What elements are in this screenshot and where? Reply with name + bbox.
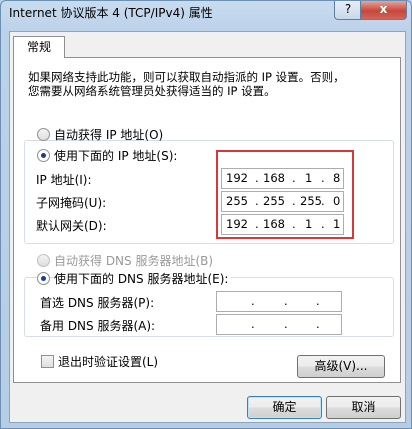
alternate-dns-input[interactable]: ... bbox=[216, 314, 342, 335]
validate-on-exit-checkbox[interactable] bbox=[41, 355, 54, 368]
dialog-body: 常规 如果网络支持此功能，则可以获取自动指派的 IP 设置。否则， 您需要从网络… bbox=[9, 31, 406, 423]
validate-on-exit-label[interactable]: 退出时验证设置(L) bbox=[58, 353, 158, 370]
auto-dns-radio[interactable] bbox=[37, 254, 50, 267]
properties-dialog: Internet 协议版本 4 (TCP/IPv4) 属性 ? x 常规 如果网… bbox=[0, 0, 412, 429]
close-button[interactable]: x bbox=[360, 1, 407, 20]
tab-general[interactable]: 常规 bbox=[13, 36, 65, 58]
cancel-button[interactable]: 取消 bbox=[326, 396, 401, 419]
manual-dns-label[interactable]: 使用下面的 DNS 服务器地址(E): bbox=[54, 270, 232, 287]
preferred-dns-input[interactable]: ... bbox=[216, 291, 342, 312]
manual-dns-radio[interactable] bbox=[37, 272, 50, 285]
help-button[interactable]: ? bbox=[334, 1, 362, 20]
description-text: 如果网络支持此功能，则可以获取自动指派的 IP 设置。否则， 您需要从网络系统管… bbox=[28, 70, 345, 98]
auto-ip-label[interactable]: 自动获得 IP 地址(O) bbox=[54, 126, 163, 143]
manual-ip-radio[interactable] bbox=[37, 149, 50, 162]
alternate-dns-label: 备用 DNS 服务器(A): bbox=[40, 319, 156, 333]
description-line-2: 您需要从网络系统管理员处获得适当的 IP 设置。 bbox=[28, 84, 276, 98]
auto-ip-radio[interactable] bbox=[37, 128, 50, 141]
highlight-annotation bbox=[216, 150, 354, 239]
ip-address-label: IP 地址(I): bbox=[36, 173, 92, 187]
window-title: Internet 协议版本 4 (TCP/IPv4) 属性 bbox=[9, 6, 213, 20]
title-bar[interactable]: Internet 协议版本 4 (TCP/IPv4) 属性 ? x bbox=[1, 1, 411, 23]
default-gateway-label: 默认网关(D): bbox=[36, 219, 107, 233]
advanced-button[interactable]: 高级(V)... bbox=[297, 355, 385, 378]
auto-dns-label[interactable]: 自动获得 DNS 服务器地址(B) bbox=[54, 252, 213, 269]
description-line-1: 如果网络支持此功能，则可以获取自动指派的 IP 设置。否则， bbox=[28, 70, 345, 84]
ok-button[interactable]: 确定 bbox=[247, 396, 322, 419]
preferred-dns-label: 首选 DNS 服务器(P): bbox=[40, 296, 155, 310]
subnet-mask-label: 子网掩码(U): bbox=[36, 196, 107, 210]
manual-ip-label[interactable]: 使用下面的 IP 地址(S): bbox=[54, 147, 181, 164]
